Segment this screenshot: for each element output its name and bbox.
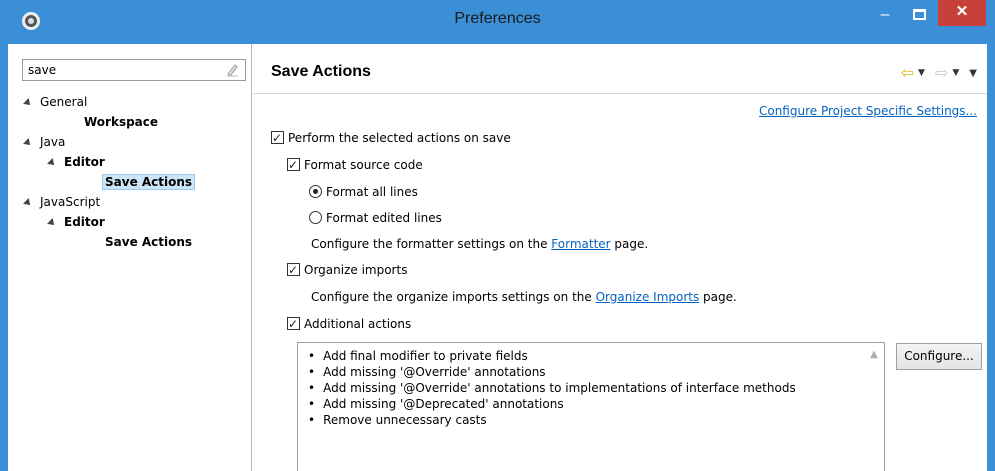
- expand-icon[interactable]: [23, 137, 33, 148]
- view-menu-icon[interactable]: ▼: [969, 68, 977, 79]
- list-item: Add missing '@Deprecated' annotations: [308, 396, 884, 412]
- history-navigation: ⇦ ▼ ⇨ ▼ ▼: [901, 65, 977, 81]
- back-arrow-icon[interactable]: ⇦: [901, 65, 914, 81]
- organize-imports-hint: Configure the organize imports settings …: [311, 290, 737, 304]
- expand-icon[interactable]: [47, 157, 57, 168]
- maximize-icon: [912, 9, 926, 20]
- preferences-tree-pane: General Workspace Java Editor Save Actio…: [8, 44, 252, 471]
- formatter-hint: Configure the formatter settings on the …: [311, 237, 649, 251]
- perform-actions-checkbox[interactable]: [271, 128, 284, 148]
- format-source-checkbox[interactable]: [287, 155, 300, 175]
- scroll-up-icon[interactable]: ▲: [868, 349, 880, 360]
- organize-imports-checkbox[interactable]: [287, 260, 300, 280]
- tree-item-workspace[interactable]: Workspace: [84, 112, 158, 132]
- window-title: Preferences: [454, 10, 541, 27]
- expand-icon[interactable]: [23, 197, 33, 208]
- close-button[interactable]: ✕: [938, 0, 986, 26]
- back-dropdown-icon[interactable]: ▼: [918, 68, 925, 78]
- clear-filter-icon[interactable]: [225, 63, 239, 77]
- list-item: Add missing '@Override' annotations to i…: [308, 380, 884, 396]
- forward-arrow-icon[interactable]: ⇨: [935, 65, 948, 81]
- tree-item-java-save-actions[interactable]: Save Actions: [102, 172, 196, 192]
- tree-item-js-save-actions[interactable]: Save Actions: [105, 232, 192, 252]
- configure-button[interactable]: Configure...: [896, 343, 982, 370]
- configure-project-settings-link[interactable]: Configure Project Specific Settings...: [759, 104, 977, 118]
- preference-page: Save Actions ⇦ ▼ ⇨ ▼ ▼ Configure Project…: [253, 44, 987, 471]
- page-title: Save Actions: [271, 63, 371, 80]
- additional-actions-list[interactable]: Add final modifier to private fields Add…: [297, 342, 885, 471]
- format-edited-lines-option[interactable]: Format edited lines: [309, 208, 442, 228]
- list-item: Add final modifier to private fields: [308, 348, 884, 364]
- formatter-link[interactable]: Formatter: [551, 237, 610, 251]
- additional-actions-checkbox[interactable]: [287, 314, 300, 334]
- additional-actions-option[interactable]: Additional actions: [287, 314, 411, 334]
- perform-actions-option[interactable]: Perform the selected actions on save: [271, 128, 511, 148]
- format-all-lines-radio[interactable]: [309, 185, 322, 198]
- title-bar[interactable]: Preferences – ✕: [0, 0, 995, 44]
- expand-icon[interactable]: [47, 217, 57, 228]
- list-item: Add missing '@Override' annotations: [308, 364, 884, 380]
- filter-input[interactable]: [23, 60, 213, 80]
- page-header: Save Actions ⇦ ▼ ⇨ ▼ ▼: [253, 44, 987, 94]
- maximize-button[interactable]: [904, 4, 934, 32]
- filter-field[interactable]: [22, 59, 246, 81]
- tree-item-js-editor[interactable]: Editor: [47, 212, 105, 232]
- organize-imports-option[interactable]: Organize imports: [287, 260, 407, 280]
- tree-item-javascript[interactable]: JavaScript: [23, 192, 100, 212]
- format-edited-lines-radio[interactable]: [309, 211, 322, 224]
- forward-dropdown-icon[interactable]: ▼: [952, 68, 959, 78]
- list-item: Remove unnecessary casts: [308, 412, 884, 428]
- minimize-button[interactable]: –: [870, 6, 900, 34]
- tree-item-java[interactable]: Java: [23, 132, 65, 152]
- organize-imports-link[interactable]: Organize Imports: [596, 290, 700, 304]
- tree-item-java-editor[interactable]: Editor: [47, 152, 105, 172]
- expand-icon[interactable]: [23, 97, 33, 108]
- format-all-lines-option[interactable]: Format all lines: [309, 182, 418, 202]
- selected-item-label: Save Actions: [102, 174, 196, 190]
- tree-item-general[interactable]: General: [23, 92, 87, 112]
- format-source-option[interactable]: Format source code: [287, 155, 423, 175]
